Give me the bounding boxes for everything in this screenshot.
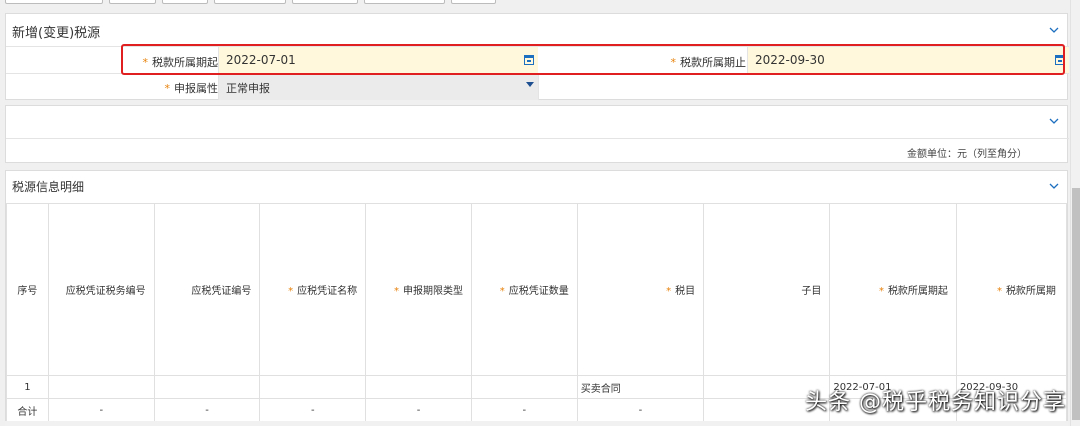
toolbar-button-1[interactable]	[5, 0, 103, 4]
toolbar-button-7[interactable]	[451, 0, 496, 4]
chevron-down-icon[interactable]	[1049, 181, 1059, 191]
cell: -	[365, 398, 472, 422]
form-panel-title: 新增(变更)税源	[12, 26, 101, 41]
declare-attr-select[interactable]: 正常申报	[218, 74, 538, 100]
col-header-index: 序号	[6, 203, 49, 376]
col-header-cert-number: 应税凭证编号	[153, 203, 261, 376]
table-header-row: 序号 应税凭证税务编号 应税凭证编号 * 应税凭证名称 * 申报期限类型 * 应税凭证…	[6, 203, 1068, 376]
col-header-period-end: * 税款所属期	[955, 203, 1068, 376]
cell: -	[470, 398, 578, 422]
cell[interactable]	[47, 375, 155, 399]
toolbar-button-4[interactable]	[214, 0, 286, 4]
scrollbar-thumb[interactable]	[1072, 188, 1080, 420]
toolbar-button-6[interactable]	[364, 0, 445, 4]
cell-index: 1	[6, 375, 49, 399]
toolbar-button-5[interactable]	[292, 0, 358, 4]
toolbar-button-2[interactable]	[109, 0, 156, 4]
col-header-period-start: * 税款所属期起	[829, 203, 957, 376]
col-header-period-type: * 申报期限类型	[365, 203, 472, 376]
cell-tax-item[interactable]: 买卖合同	[576, 375, 705, 399]
col-header-sub-item: 子目	[703, 203, 831, 376]
end-date-label: * 税款所属期止	[670, 56, 747, 69]
divider	[6, 138, 1069, 139]
col-header-tax-cert-number: 应税凭证税务编号	[47, 203, 155, 376]
declare-attr-label: * 申报属性	[164, 82, 219, 95]
cell: -	[153, 398, 261, 422]
cell[interactable]	[365, 375, 472, 399]
horizontal-scrollbar[interactable]	[5, 421, 1068, 426]
watermark: 头条 @税乎税务知识分享	[805, 390, 1066, 415]
chevron-down-icon[interactable]	[1049, 25, 1059, 35]
col-header-tax-item: * 税目	[576, 203, 705, 376]
cell: -	[47, 398, 155, 422]
dropdown-caret-icon[interactable]	[526, 82, 534, 87]
total-label: 合计	[6, 398, 49, 422]
start-date-label: * 税款所属期起	[142, 56, 219, 69]
start-date-field[interactable]: 2022-07-01	[218, 47, 538, 73]
detail-panel-title: 税源信息明细	[12, 180, 85, 194]
vertical-scrollbar[interactable]	[1070, 0, 1080, 426]
divider	[538, 74, 539, 100]
end-date-field[interactable]: 2022-09-30	[747, 47, 1069, 73]
cell: -	[576, 398, 705, 422]
calendar-icon[interactable]	[1055, 54, 1065, 65]
cell[interactable]	[259, 375, 367, 399]
chevron-down-icon[interactable]	[1049, 116, 1059, 126]
col-header-cert-quantity: * 应税凭证数量	[470, 203, 578, 376]
cell[interactable]	[470, 375, 578, 399]
cell[interactable]	[153, 375, 261, 399]
toolbar-button-3[interactable]	[162, 0, 208, 4]
amount-unit-text: 金额单位：元（列至角分）	[907, 149, 1027, 160]
calendar-icon[interactable]	[524, 54, 534, 65]
col-header-cert-name: * 应税凭证名称	[259, 203, 367, 376]
top-toolbar	[0, 0, 1080, 6]
tax-source-form-panel: 新增(变更)税源 * 税款所属期起 2022-07-01 * 税款所属期止 2022…	[5, 13, 1069, 100]
summary-panel: 金额单位：元（列至角分）	[5, 105, 1069, 163]
cell: -	[259, 398, 367, 422]
